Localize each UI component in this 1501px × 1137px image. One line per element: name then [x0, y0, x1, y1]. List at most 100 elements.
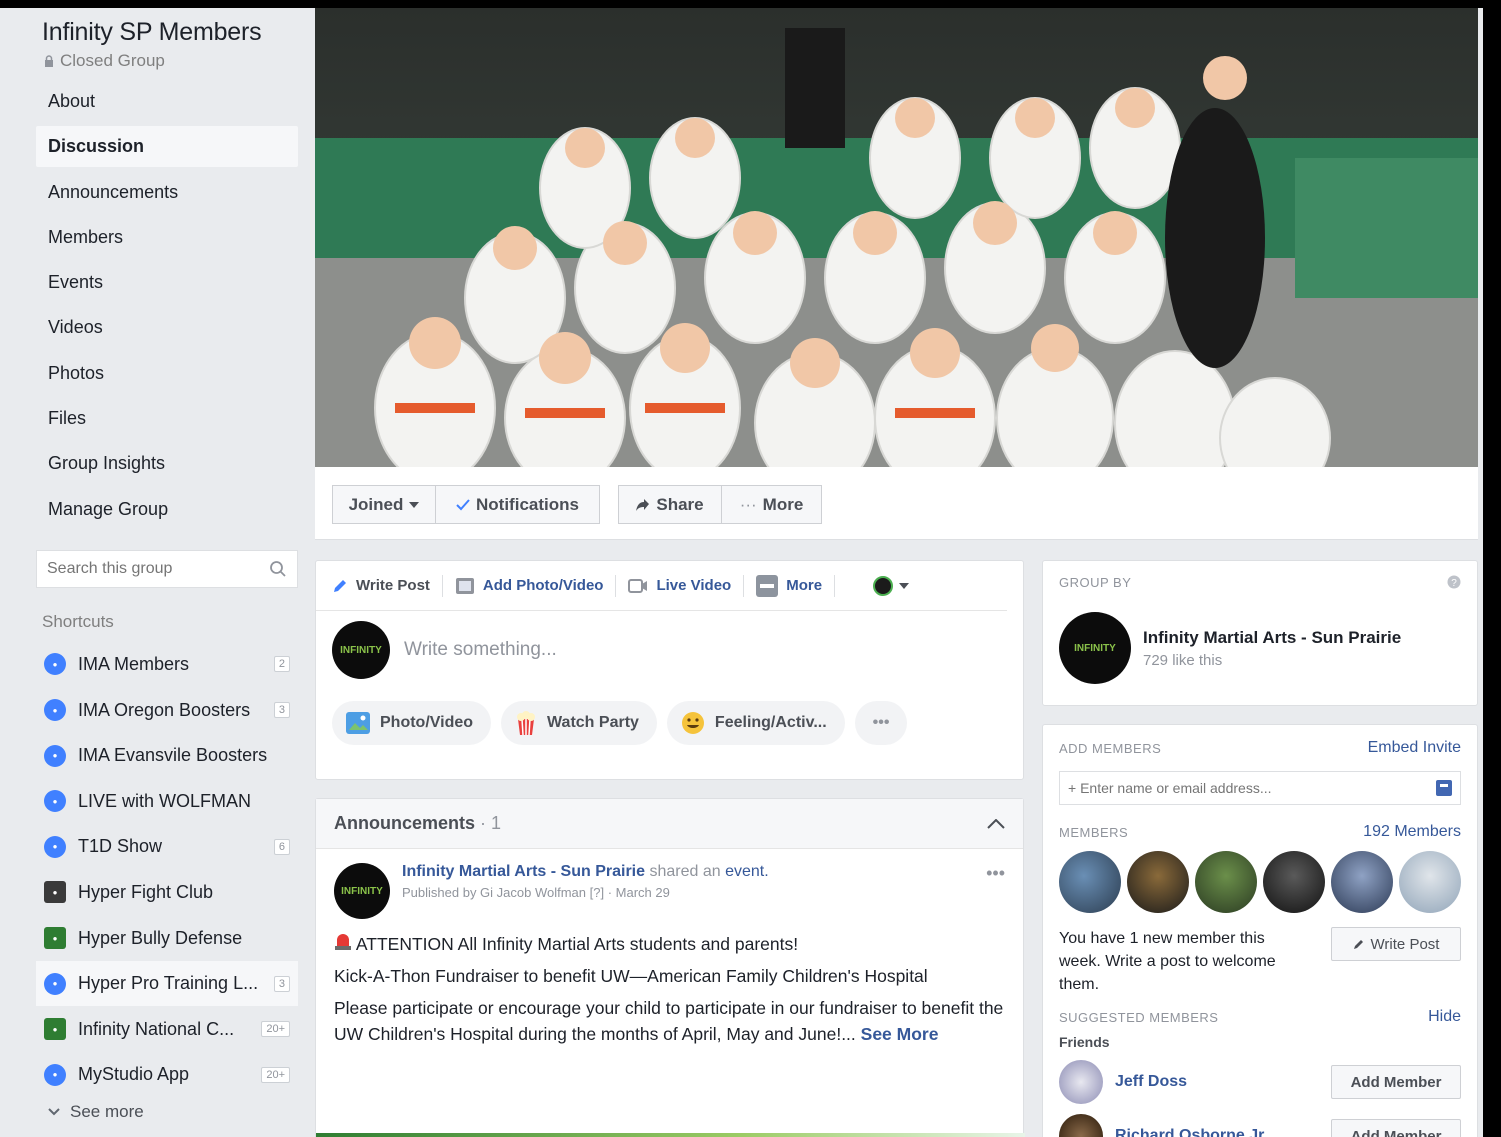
photo-icon [346, 712, 370, 734]
post-see-more-link[interactable]: See More [861, 1024, 939, 1044]
tab-more[interactable]: More [756, 574, 836, 597]
post-author-link[interactable]: Infinity Martial Arts - Sun Prairie [402, 863, 645, 880]
shortcut-item[interactable]: ● Infinity National C... 20+ [36, 1006, 298, 1052]
suggested-member-name[interactable]: Jeff Doss [1115, 1073, 1187, 1091]
joined-button[interactable]: Joined [332, 485, 436, 524]
group-icon: ● [44, 927, 66, 950]
group-name[interactable]: Infinity SP Members [42, 18, 298, 47]
nav-item-manage-group[interactable]: Manage Group [36, 489, 298, 530]
cover-photo[interactable] [315, 8, 1478, 467]
member-avatar[interactable] [1127, 851, 1189, 913]
post-attachment-image[interactable] [316, 1133, 1025, 1137]
composer-input-row[interactable]: INFINITY Write something... [316, 611, 1023, 689]
announcements-card: Announcements · 1 INFINITY Infinity Mart… [315, 798, 1025, 1137]
shortcut-item[interactable]: ● IMA Evansvile Boosters [36, 733, 298, 779]
suggested-member[interactable]: Jeff Doss [1059, 1060, 1187, 1104]
announcements-count: · 1 [480, 813, 502, 833]
new-member-text: You have 1 new member this week. Write a… [1059, 930, 1276, 993]
suggested-member-row: Jeff Doss Add Member [1059, 1060, 1461, 1104]
member-avatar[interactable] [1263, 851, 1325, 913]
member-avatar[interactable] [1331, 851, 1393, 913]
shortcut-list: ● IMA Members 2 ● IMA Oregon Boosters 3 ● IMA E… [36, 642, 298, 1098]
notifications-label: Notifications [476, 494, 579, 514]
suggested-member-avatar [1059, 1060, 1103, 1104]
member-avatar[interactable] [1195, 851, 1257, 913]
more-button[interactable]: ··· More [722, 485, 822, 524]
shortcut-item[interactable]: ● IMA Members 2 [36, 642, 298, 688]
watch-party-pill[interactable]: Watch Party [501, 701, 657, 745]
contact-book-icon[interactable] [1436, 780, 1452, 796]
shortcut-badge: 3 [273, 702, 290, 719]
member-avatar[interactable] [1059, 851, 1121, 913]
chevron-up-icon[interactable] [987, 818, 1005, 829]
shortcut-label: Hyper Pro Training L... [78, 973, 259, 994]
tab-write-post[interactable]: Write Post [332, 574, 443, 597]
group-nav: About Discussion Announcements Members Event… [36, 81, 298, 530]
watch-party-pill-label: Watch Party [547, 714, 639, 731]
post-as-selector[interactable] [873, 575, 910, 596]
announcements-header[interactable]: Announcements · 1 [316, 799, 1023, 849]
share-arrow-icon [636, 498, 650, 511]
more-options-pill[interactable]: ••• [854, 701, 908, 745]
group-icon: ● [44, 653, 66, 676]
svg-text:?: ? [1451, 578, 1457, 589]
member-avatar[interactable] [1399, 851, 1461, 913]
nav-item-videos[interactable]: Videos [36, 307, 298, 348]
post-event-link[interactable]: event. [725, 863, 769, 880]
group-search-input[interactable] [47, 559, 247, 578]
embed-invite-link[interactable]: Embed Invite [1368, 739, 1461, 757]
photo-video-pill[interactable]: Photo/Video [332, 701, 492, 745]
shortcut-item[interactable]: ● MyStudio App 20+ [36, 1052, 298, 1098]
post-author-avatar[interactable]: INFINITY [334, 863, 390, 919]
add-member-button[interactable]: Add Member [1331, 1119, 1461, 1137]
notifications-button[interactable]: Notifications [436, 485, 600, 524]
share-label: Share [656, 494, 704, 514]
nav-item-announcements[interactable]: Announcements [36, 172, 298, 213]
shortcut-item[interactable]: ● Hyper Bully Defense [36, 915, 298, 961]
suggested-member[interactable]: Richard Osborne Jr. [1059, 1114, 1268, 1137]
announcement-post: INFINITY Infinity Martial Arts - Sun Pra… [316, 849, 1023, 1067]
post-line-1-text: ATTENTION All Infinity Martial Arts stud… [355, 934, 799, 954]
smiley-icon [681, 712, 704, 734]
shortcut-item[interactable]: ● LIVE with WOLFMAN [36, 778, 298, 824]
members-count-link[interactable]: 192 Members [1363, 823, 1461, 841]
nav-item-members[interactable]: Members [36, 217, 298, 258]
nav-item-discussion[interactable]: Discussion [36, 126, 298, 168]
hide-suggested-link[interactable]: Hide [1428, 1008, 1461, 1026]
feeling-activity-pill[interactable]: Feeling/Activ... [666, 701, 845, 745]
nav-item-photos[interactable]: Photos [36, 353, 298, 394]
group-by-page[interactable]: INFINITY Infinity Martial Arts - Sun Pra… [1043, 590, 1477, 684]
post-options-icon[interactable]: ••• [986, 863, 1005, 884]
composer-input[interactable]: Write something... [404, 639, 557, 661]
nav-item-events[interactable]: Events [36, 262, 298, 303]
tab-add-photo-video[interactable]: Add Photo/Video [455, 574, 617, 597]
see-more-label: See more [70, 1101, 144, 1121]
siren-icon [335, 934, 351, 950]
search-icon[interactable] [269, 560, 287, 578]
tab-live-video[interactable]: Live Video [628, 574, 745, 597]
nav-item-about[interactable]: About [36, 81, 298, 122]
share-button[interactable]: Share [618, 485, 722, 524]
nav-item-files[interactable]: Files [36, 398, 298, 439]
shortcut-item[interactable]: ● Hyper Fight Club [36, 870, 298, 916]
group-by-page-meta: Infinity Martial Arts - Sun Prairie 729 … [1143, 628, 1401, 669]
help-icon[interactable]: ? [1447, 575, 1461, 589]
add-member-button[interactable]: Add Member [1331, 1065, 1461, 1099]
group-by-page-avatar-text: INFINITY [1074, 642, 1116, 654]
nav-item-group-insights[interactable]: Group Insights [36, 443, 298, 484]
pencil-icon [334, 579, 346, 592]
suggested-member-name[interactable]: Richard Osborne Jr. [1115, 1127, 1268, 1137]
group-by-page-name[interactable]: Infinity Martial Arts - Sun Prairie [1143, 628, 1401, 648]
shortcut-item[interactable]: ● Hyper Pro Training L... 3 [36, 960, 298, 1007]
screen-border-right [1483, 0, 1501, 1137]
shortcut-item[interactable]: ● T1D Show 6 [36, 824, 298, 870]
write-post-button[interactable]: Write Post [1331, 927, 1461, 961]
see-more-shortcuts[interactable]: See more [36, 1102, 298, 1122]
shortcut-item[interactable]: ● IMA Oregon Boosters 3 [36, 687, 298, 733]
group-search-box[interactable] [36, 549, 298, 588]
tab-live-video-label: Live Video [656, 577, 732, 594]
shortcut-label: IMA Members [78, 653, 190, 674]
post-published-by: Published by Gi Jacob Wolfman [?] · Marc… [402, 885, 670, 900]
add-member-input-box[interactable] [1059, 771, 1461, 805]
add-member-input[interactable] [1068, 780, 1398, 796]
